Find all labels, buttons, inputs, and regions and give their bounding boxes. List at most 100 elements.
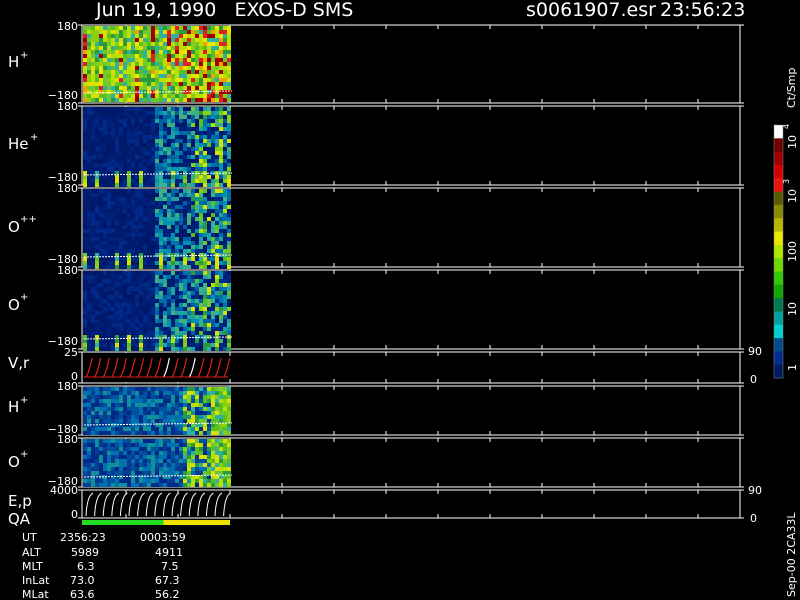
ep-trace <box>85 492 94 517</box>
info-start-inlat: 73.0 <box>70 574 95 587</box>
svg-text:O: O <box>8 453 20 471</box>
exos-d-sms-plot: Jun 19, 1990 EXOS-D SMS s0061907.esr 23:… <box>8 0 799 600</box>
qa-segment-1 <box>163 520 230 525</box>
qa-segment-0 <box>82 520 164 525</box>
ep-trace <box>162 492 171 517</box>
ep-trace <box>205 492 214 517</box>
y-tick-labels: 180 −180 180 −180 180 −180 180 −180 25 0… <box>48 20 78 521</box>
spectrograms <box>82 26 231 525</box>
panel-ep-label: E,p <box>8 492 32 510</box>
colorbar-swatch-17 <box>774 351 783 366</box>
ep-right-min: 0 <box>750 512 757 525</box>
colorbar-swatch-6 <box>774 204 783 219</box>
op2-ymax: 180 <box>57 433 78 446</box>
ep-trace <box>223 492 231 517</box>
colorbar-ticks: 10 4 10 3 100 10 1 <box>782 124 799 371</box>
panel-h1-label: H + <box>8 50 28 71</box>
h1-ymax: 180 <box>57 20 78 33</box>
panel-h2-label: H + <box>8 395 28 416</box>
vr-ymax: 25 <box>64 346 78 359</box>
ep-trace <box>197 492 206 517</box>
svg-text:+: + <box>20 50 28 61</box>
svg-text:++: ++ <box>20 214 37 225</box>
vr-right-max: 90 <box>748 345 762 358</box>
info-start-ut: 2356:23 <box>60 531 106 544</box>
cb-tick-100: 100 <box>786 241 799 262</box>
info-label-inlat: InLat <box>22 574 50 587</box>
colorbar-swatch-3 <box>774 164 783 179</box>
ep-trace <box>188 492 197 517</box>
panel-opp-label: O ++ <box>8 214 37 236</box>
info-end-alt: 4911 <box>155 546 183 559</box>
colorbar-swatch-15 <box>774 324 783 339</box>
colorbar <box>773 124 784 379</box>
opp-ymax: 180 <box>57 182 78 195</box>
info-label-alt: ALT <box>22 546 41 559</box>
info-start-mlat: 63.6 <box>70 588 95 600</box>
svg-text:+: + <box>20 449 28 460</box>
colorbar-swatch-2 <box>774 151 783 166</box>
cb-tick-1e4-exp: 4 <box>782 124 791 129</box>
info-label-mlat: MLat <box>22 588 49 600</box>
ep-trace <box>154 492 163 517</box>
svg-text:+: + <box>20 292 28 303</box>
ep-trace <box>145 492 154 517</box>
colorbar-swatch-7 <box>774 218 783 233</box>
colorbar-swatch-13 <box>774 298 783 312</box>
panel-op2-label: O + <box>8 449 28 471</box>
he-ymax: 180 <box>57 100 78 113</box>
colorbar-swatch-1 <box>774 138 783 153</box>
svg-text:He: He <box>8 135 29 153</box>
colorbar-swatch-8 <box>774 231 783 246</box>
info-end-inlat: 67.3 <box>155 574 180 587</box>
colorbar-swatch-18 <box>774 364 783 379</box>
colorbar-swatch-16 <box>774 338 783 352</box>
panel-vr-label: V,r <box>8 354 30 372</box>
colorbar-unit: Ct/Smp <box>785 68 798 108</box>
ep-trace <box>119 492 128 517</box>
ep-trace <box>128 492 137 517</box>
ep-trace <box>94 492 102 517</box>
ep-ymax: 4000 <box>50 484 78 497</box>
ep-trace <box>111 492 120 517</box>
svg-text:+: + <box>20 395 28 406</box>
cb-tick-1e3-exp: 3 <box>782 179 791 184</box>
ep-trace <box>102 492 111 517</box>
file-name: s0061907.esr <box>526 0 656 21</box>
cb-tick-1: 1 <box>786 364 799 371</box>
ep-trace <box>137 492 145 517</box>
info-end-mlat: 56.2 <box>155 588 180 600</box>
ep-trace <box>171 492 180 517</box>
panel-qa-label: QA <box>8 510 31 528</box>
info-label-ut: UT <box>22 531 37 544</box>
ep-trace <box>214 492 223 517</box>
cb-tick-10: 10 <box>786 302 799 316</box>
svg-text:H: H <box>8 398 19 416</box>
panel-he-label: He + <box>8 132 38 153</box>
colorbar-swatch-9 <box>774 244 783 259</box>
colorbar-swatch-14 <box>774 311 783 326</box>
info-start-alt: 5989 <box>71 546 99 559</box>
op1-ymax: 180 <box>57 264 78 277</box>
svg-text:O: O <box>8 218 20 236</box>
cb-tick-1e3: 10 <box>786 189 799 203</box>
ep-right-max: 90 <box>748 484 762 497</box>
ep-trace <box>180 492 188 517</box>
orbit-info-table: UT 2356:23 0003:59 ALT 5989 4911 MLT 6.3… <box>22 531 186 600</box>
vr-right-min: 0 <box>750 373 757 386</box>
info-end-ut: 0003:59 <box>140 531 186 544</box>
svg-text:O: O <box>8 296 20 314</box>
svg-text:+: + <box>30 132 38 143</box>
colorbar-swatch-10 <box>774 258 783 272</box>
cb-tick-1e4: 10 <box>786 135 799 149</box>
svg-text:H: H <box>8 53 19 71</box>
info-start-mlt: 6.3 <box>77 560 95 573</box>
header-time: 23:56:23 <box>660 0 745 21</box>
plot-title: Jun 19, 1990 EXOS-D SMS <box>95 0 353 21</box>
info-end-mlt: 7.5 <box>161 560 179 573</box>
vertical-id-label: Sep-00 2CA33L <box>785 512 798 597</box>
colorbar-swatch-11 <box>774 271 783 286</box>
ep-ymin: 0 <box>71 508 78 521</box>
colorbar-swatch-12 <box>774 284 783 299</box>
panel-op1-label: O + <box>8 292 28 314</box>
